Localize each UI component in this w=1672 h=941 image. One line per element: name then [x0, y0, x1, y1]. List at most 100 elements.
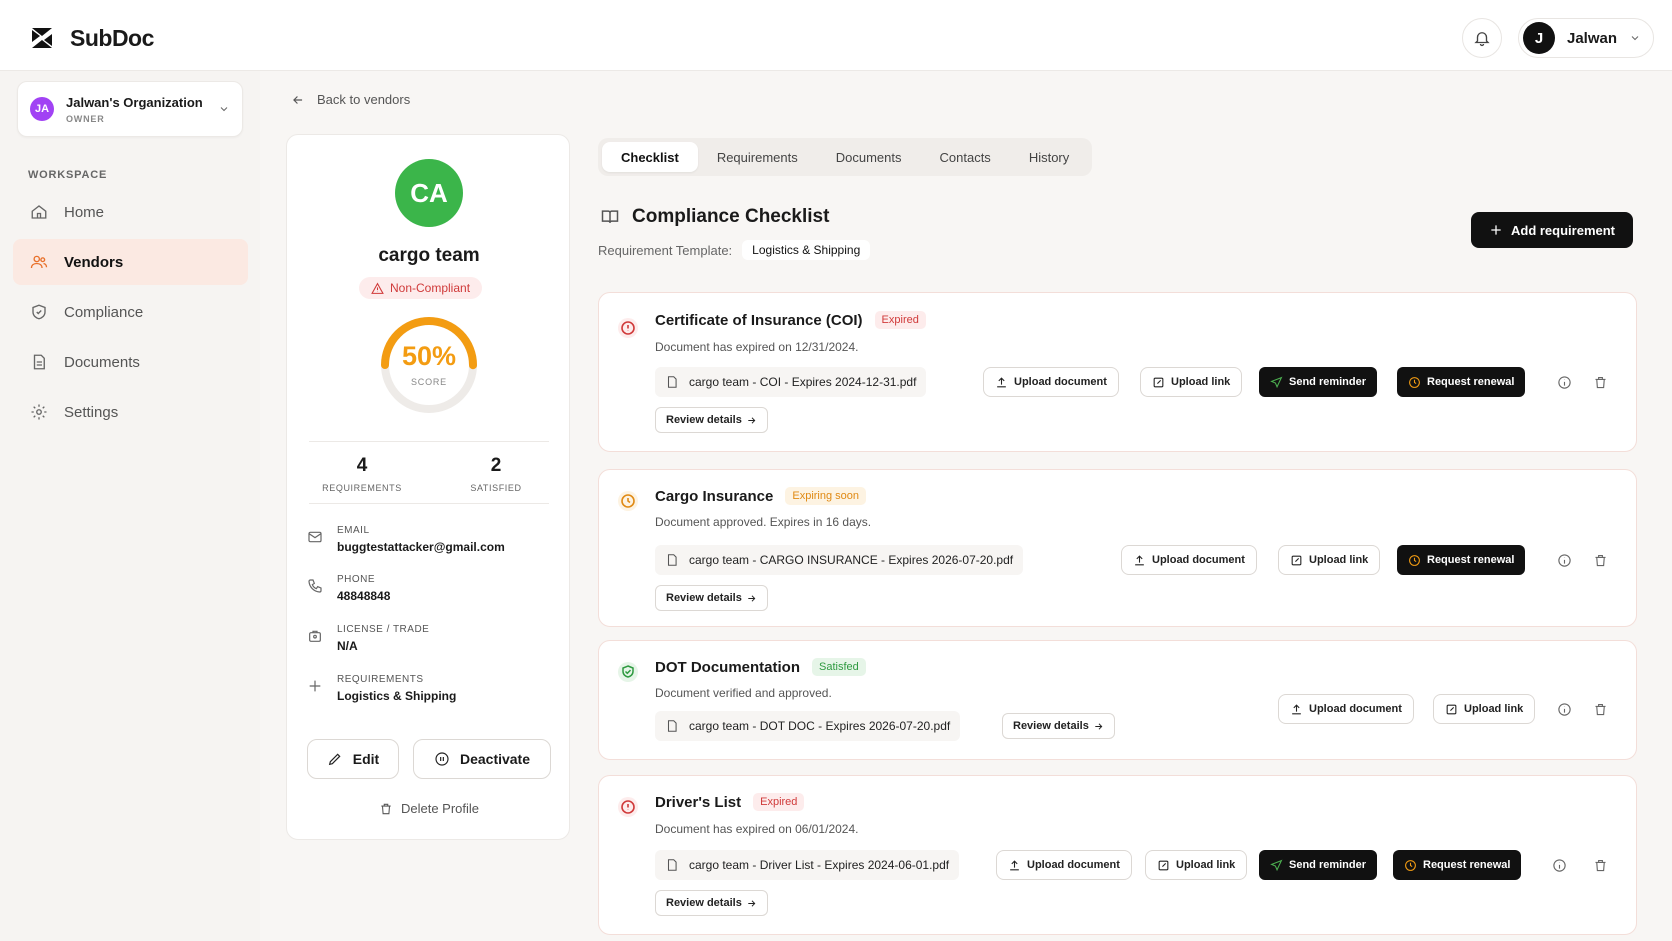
button-label: Upload link: [1176, 859, 1236, 871]
info-button[interactable]: [1549, 855, 1569, 875]
vendor-avatar: CA: [395, 159, 463, 227]
sidebar-item-home[interactable]: Home: [13, 189, 248, 235]
back-to-vendors-link[interactable]: Back to vendors: [291, 92, 410, 107]
button-label: Upload document: [1309, 703, 1402, 715]
review-details-button[interactable]: Review details: [1002, 713, 1115, 739]
vendor-tabs: Checklist Requirements Documents Contact…: [598, 138, 1093, 176]
info-button[interactable]: [1554, 699, 1574, 719]
field-label: REQUIREMENTS: [337, 674, 424, 685]
alert-circle-icon: [618, 797, 638, 817]
tab-requirements[interactable]: Requirements: [698, 142, 817, 172]
clock-icon: [1409, 554, 1420, 566]
deactivate-button[interactable]: Deactivate: [413, 739, 551, 779]
requirement-card: Driver's List Expired Document has expir…: [598, 775, 1637, 935]
review-details-button[interactable]: Review details: [655, 407, 768, 433]
delete-requirement-button[interactable]: [1590, 550, 1610, 570]
edit-button[interactable]: Edit: [307, 739, 399, 779]
upload-document-button[interactable]: Upload document: [1121, 545, 1257, 575]
tab-checklist[interactable]: Checklist: [602, 142, 698, 172]
upload-link-button[interactable]: Upload link: [1278, 545, 1381, 575]
link-edit-icon: [1158, 860, 1169, 870]
upload-document-button[interactable]: Upload document: [983, 367, 1119, 397]
sidebar-item-documents[interactable]: Documents: [13, 339, 248, 385]
tab-documents[interactable]: Documents: [817, 142, 921, 172]
sidebar-item-settings[interactable]: Settings: [13, 389, 248, 435]
upload-document-button[interactable]: Upload document: [996, 850, 1132, 880]
arrow-right-icon: [748, 416, 756, 424]
send-icon: [1270, 376, 1283, 388]
notifications-button[interactable]: [1462, 18, 1502, 58]
org-switcher[interactable]: JA Jalwan's Organization OWNER: [17, 81, 243, 137]
user-menu[interactable]: J Jalwan: [1518, 18, 1654, 58]
button-label: Review details: [1013, 720, 1089, 732]
upload-link-button[interactable]: Upload link: [1433, 694, 1536, 724]
upload-document-button[interactable]: Upload document: [1278, 694, 1414, 724]
request-renewal-button[interactable]: Request renewal: [1397, 545, 1526, 575]
template-label: Requirement Template:: [598, 242, 733, 258]
file-chip[interactable]: cargo team - Driver List - Expires 2024-…: [655, 850, 960, 880]
file-name: cargo team - CARGO INSURANCE - Expires 2…: [689, 553, 1014, 567]
status-badge: Satisfed: [812, 658, 866, 676]
sidebar-item-compliance[interactable]: Compliance: [13, 289, 248, 335]
upload-link-button[interactable]: Upload link: [1140, 367, 1243, 397]
file-chip[interactable]: cargo team - CARGO INSURANCE - Expires 2…: [655, 545, 1024, 575]
app-logo[interactable]: SubDoc: [28, 24, 154, 52]
field-value: Logistics & Shipping: [337, 689, 457, 703]
score-value: 50%: [401, 341, 457, 371]
upload-link-button[interactable]: Upload link: [1145, 850, 1248, 880]
sidebar-item-label: Home: [64, 203, 105, 221]
subdoc-logo-icon: [32, 28, 52, 48]
request-renewal-button[interactable]: Request renewal: [1393, 850, 1522, 880]
review-details-button[interactable]: Review details: [655, 890, 768, 916]
send-reminder-button[interactable]: Send reminder: [1259, 850, 1378, 880]
send-reminder-button[interactable]: Send reminder: [1259, 367, 1378, 397]
info-button[interactable]: [1554, 372, 1574, 392]
requirement-card: Certificate of Insurance (COI) Expired D…: [598, 292, 1637, 452]
gear-icon: [31, 404, 47, 420]
clock-icon: [1405, 859, 1416, 871]
info-button[interactable]: [1554, 550, 1574, 570]
edit-label: Edit: [352, 751, 380, 767]
review-details-button[interactable]: Review details: [655, 585, 768, 611]
tab-contacts[interactable]: Contacts: [921, 142, 1010, 172]
requirement-description: Document approved. Expires in 16 days.: [655, 515, 872, 529]
trash-icon: [1595, 859, 1605, 871]
requirement-name: Certificate of Insurance (COI): [655, 311, 863, 329]
trash-icon: [1595, 376, 1605, 388]
link-edit-icon: [1153, 377, 1164, 387]
divider: [309, 503, 549, 504]
checklist-title: Compliance Checklist: [632, 206, 830, 227]
arrow-right-icon: [748, 899, 756, 907]
trash-icon: [1595, 554, 1605, 566]
field-value: N/A: [337, 639, 358, 653]
file-icon: [667, 376, 677, 388]
delete-requirement-button[interactable]: [1590, 699, 1610, 719]
sidebar: JA Jalwan's Organization OWNER WORKSPACE…: [0, 71, 260, 941]
request-renewal-button[interactable]: Request renewal: [1397, 367, 1526, 397]
info-icon: [1557, 375, 1571, 389]
button-label: Send reminder: [1289, 376, 1367, 388]
requirement-name: Driver's List: [655, 793, 742, 811]
delete-requirement-button[interactable]: [1590, 372, 1610, 392]
user-name: Jalwan: [1567, 29, 1618, 47]
stat-label: SATISFIED: [470, 483, 522, 493]
add-requirement-button[interactable]: Add requirement: [1471, 212, 1633, 248]
file-chip[interactable]: cargo team - DOT DOC - Expires 2026-07-2…: [655, 711, 961, 741]
app-name: SubDoc: [70, 24, 154, 51]
clock-icon: [618, 491, 638, 511]
button-label: Upload link: [1464, 703, 1524, 715]
email-field: EMAIL buggtestattacker@gmail.com: [307, 525, 557, 554]
delete-requirement-button[interactable]: [1590, 855, 1610, 875]
field-label: EMAIL: [337, 525, 370, 536]
button-label: Request renewal: [1427, 376, 1515, 388]
deactivate-label: Deactivate: [459, 751, 531, 767]
tab-history[interactable]: History: [1010, 142, 1088, 172]
link-edit-icon: [1446, 704, 1457, 714]
requirement-card: DOT Documentation Satisfed Document veri…: [598, 640, 1637, 760]
send-icon: [1270, 859, 1283, 871]
shield-icon: [32, 304, 46, 320]
sidebar-item-vendors[interactable]: Vendors: [13, 239, 248, 285]
file-chip[interactable]: cargo team - COI - Expires 2024-12-31.pd…: [655, 367, 927, 397]
delete-profile-button[interactable]: Delete Profile: [287, 801, 571, 816]
status-badge: Expired: [753, 793, 805, 811]
